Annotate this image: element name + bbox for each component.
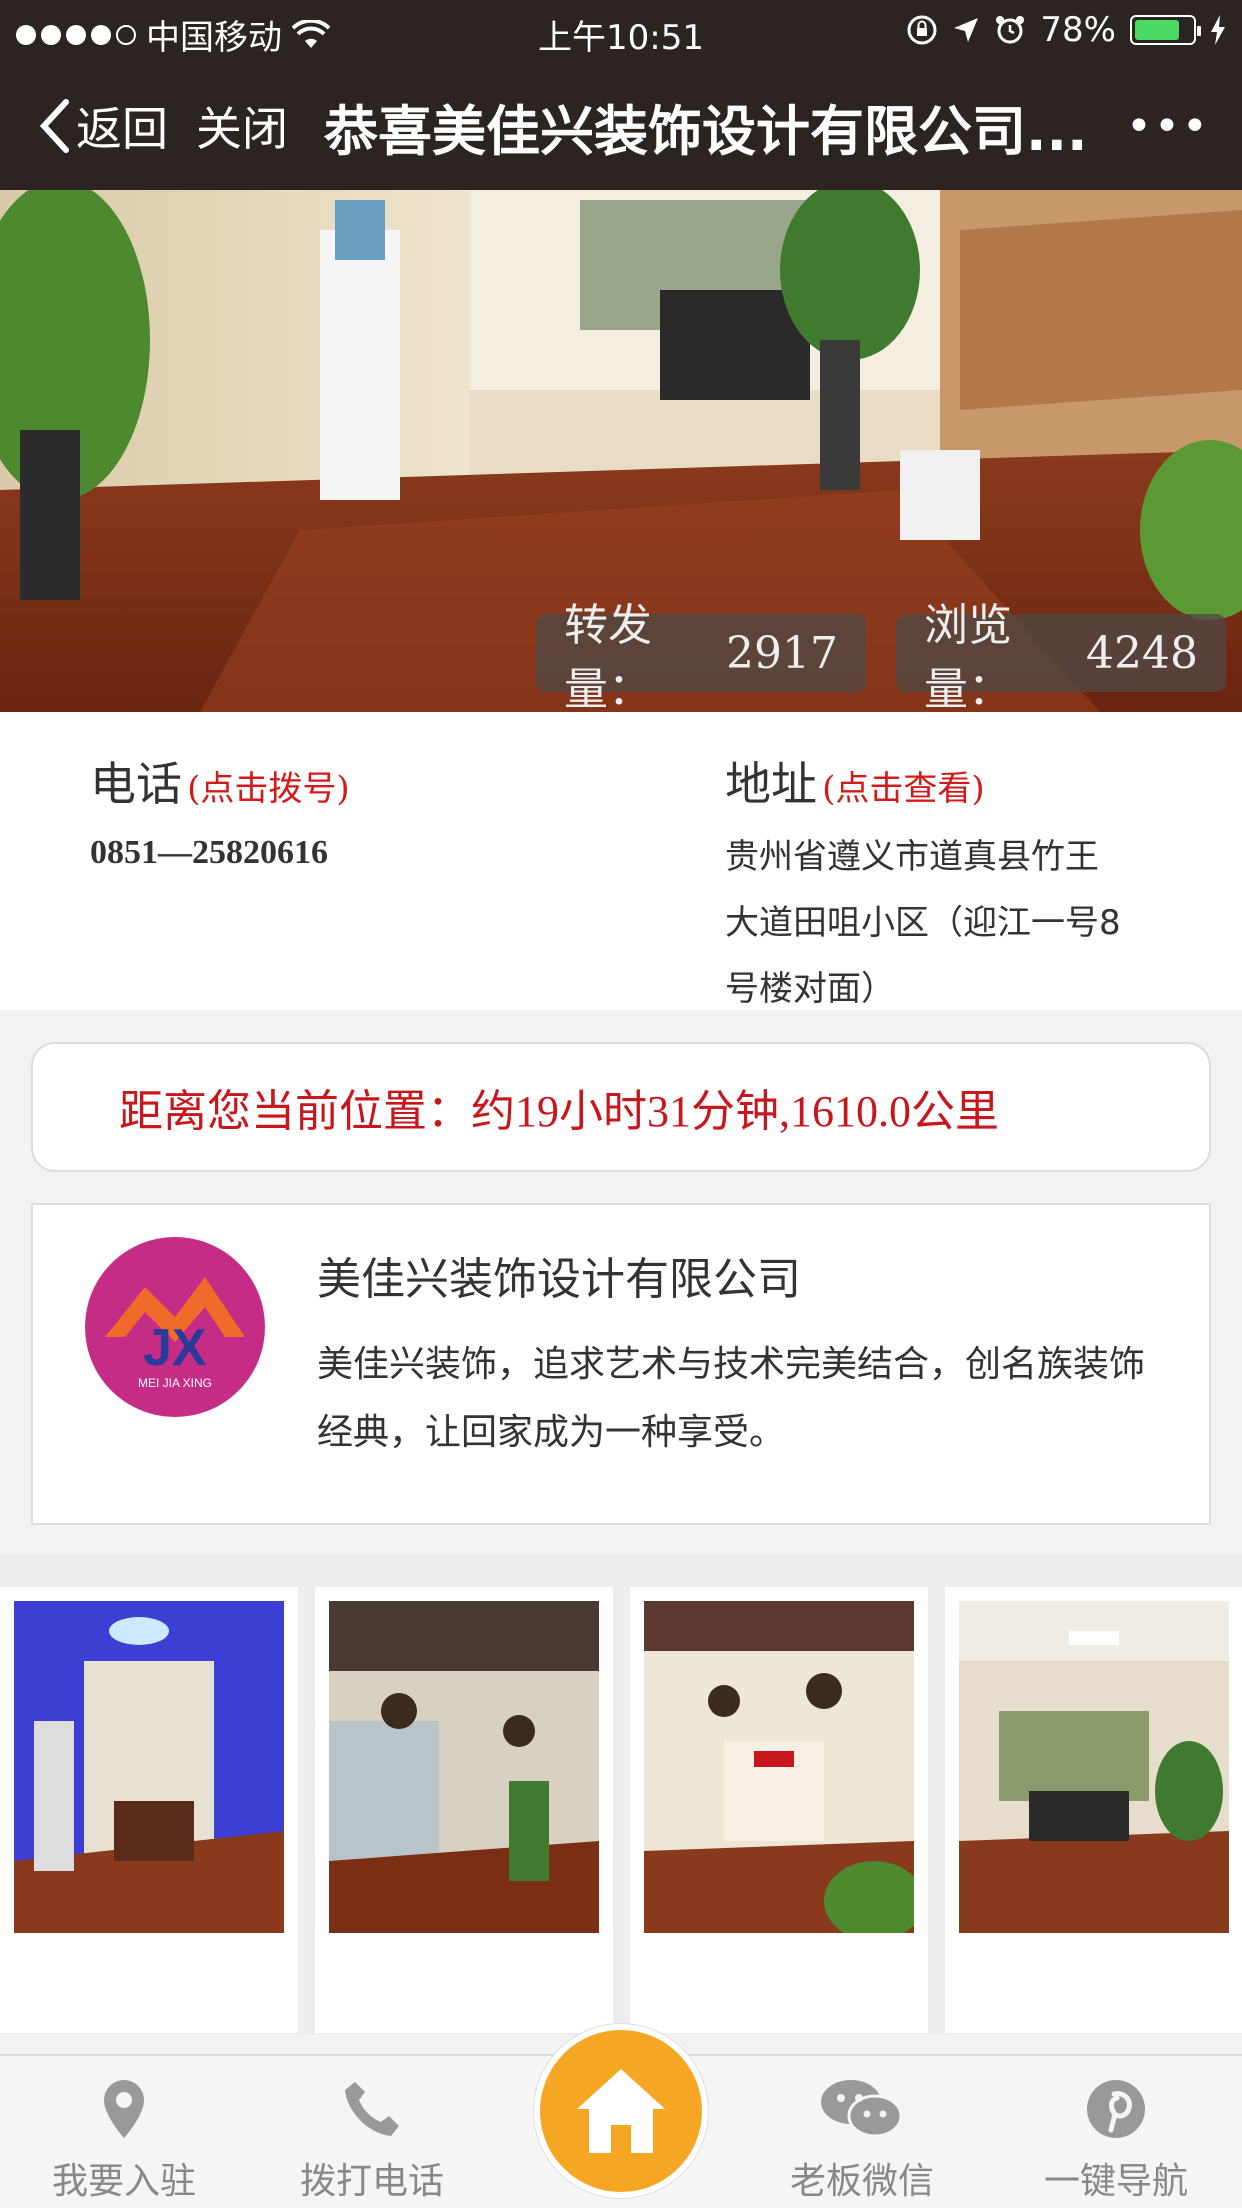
location-arrow-icon	[954, 18, 979, 42]
gallery-card[interactable]	[630, 1587, 928, 2033]
address-line: 大道田咀小区（迎江一号8	[725, 903, 1121, 943]
address-block[interactable]: 地址 (点击查看) 贵州省遵义市道真县竹王 大道田咀小区（迎江一号8 号楼对面）	[725, 748, 1165, 1022]
showroom-photo-4[interactable]	[959, 1601, 1229, 1933]
tab-join-label: 我要入驻	[51, 2161, 196, 2202]
share-count-label: 转发量：	[564, 600, 652, 712]
logo-text: MEI JIA XING	[138, 1376, 212, 1390]
share-count-badge: 转发量： 2917	[536, 600, 866, 712]
contact-section: 电话 (点击拨号) 0851—25820616 地址 (点击查看) 贵州省遵义市…	[0, 712, 1242, 1010]
phone-label: 电话	[90, 757, 182, 811]
view-map-hint-link[interactable]: (点击查看)	[822, 769, 985, 809]
company-logo: JX MEI JIA XING	[85, 1237, 265, 1417]
showroom-photo-1[interactable]	[14, 1601, 284, 1933]
battery-icon	[1130, 15, 1201, 45]
dial-hint-link[interactable]: (点击拨号)	[187, 769, 350, 809]
page-title: 恭喜美佳兴装饰设计有限公司...	[324, 99, 1088, 163]
tab-navigate-label: 一键导航	[1043, 2161, 1188, 2202]
chevron-left-icon	[40, 99, 69, 153]
company-description: 美佳兴装饰，追求艺术与技术完美结合，创名族装饰经典，让回家成为一种享受。	[317, 1344, 1146, 1453]
gallery-card[interactable]	[315, 1587, 613, 2033]
rotation-lock-icon	[907, 15, 937, 45]
alarm-icon	[996, 16, 1025, 44]
more-menu-button[interactable]: •••	[1126, 101, 1210, 152]
view-count-label: 浏览量：	[924, 600, 1012, 712]
tab-wechat[interactable]: 老板微信	[762, 2078, 962, 2204]
distance-banner: 距离您当前位置：约19小时31分钟,1610.0公里	[31, 1042, 1211, 1172]
photo-gallery	[0, 1555, 1242, 2035]
wechat-icon	[821, 2080, 903, 2138]
address-label: 地址	[725, 757, 817, 811]
tab-call-label: 拨打电话	[299, 2161, 444, 2202]
company-name: 美佳兴装饰设计有限公司	[317, 1254, 801, 1305]
view-count-badge: 浏览量： 4248	[896, 600, 1226, 712]
address-line: 号楼对面）	[725, 969, 895, 1009]
gallery-card[interactable]	[945, 1587, 1242, 2033]
address-text: 贵州省遵义市道真县竹王 大道田咀小区（迎江一号8 号楼对面）	[725, 824, 1165, 1022]
phone-icon	[345, 2082, 399, 2136]
tab-join[interactable]: 我要入驻	[24, 2078, 224, 2204]
battery-percent: 78%	[1040, 10, 1116, 50]
showroom-banner: 转发量： 2917 浏览量： 4248	[0, 190, 1242, 712]
back-button[interactable]: 返回	[40, 93, 168, 159]
location-pin-icon	[104, 2080, 144, 2138]
back-label: 返回	[76, 102, 168, 156]
showroom-photo-3[interactable]	[644, 1601, 914, 1933]
share-count-value: 2917	[726, 627, 838, 679]
address-line: 贵州省遵义市道真县竹王	[725, 837, 1099, 877]
showroom-photo-2[interactable]	[329, 1601, 599, 1933]
tab-call[interactable]: 拨打电话	[272, 2078, 472, 2204]
status-bar: 中国移动 上午10:51 78%	[0, 0, 1242, 62]
home-icon	[577, 2069, 665, 2153]
phone-block[interactable]: 电话 (点击拨号) 0851—25820616	[90, 748, 650, 872]
tab-wechat-label: 老板微信	[789, 2161, 934, 2202]
tab-navigate[interactable]: 一键导航	[1016, 2078, 1216, 2204]
charging-icon	[1211, 15, 1225, 45]
logo-letters: JX	[143, 1319, 207, 1377]
pinterest-icon	[1087, 2080, 1145, 2138]
gallery-card[interactable]	[0, 1587, 298, 2033]
company-card: JX MEI JIA XING 美佳兴装饰设计有限公司 美佳兴装饰，追求艺术与技…	[31, 1203, 1211, 1525]
view-count-value: 4248	[1086, 627, 1198, 679]
navigation-bar: 返回 关闭 恭喜美佳兴装饰设计有限公司... •••	[0, 62, 1242, 190]
close-button[interactable]: 关闭	[196, 93, 288, 159]
home-button[interactable]	[534, 2024, 708, 2198]
phone-number[interactable]: 0851—25820616	[90, 834, 650, 872]
